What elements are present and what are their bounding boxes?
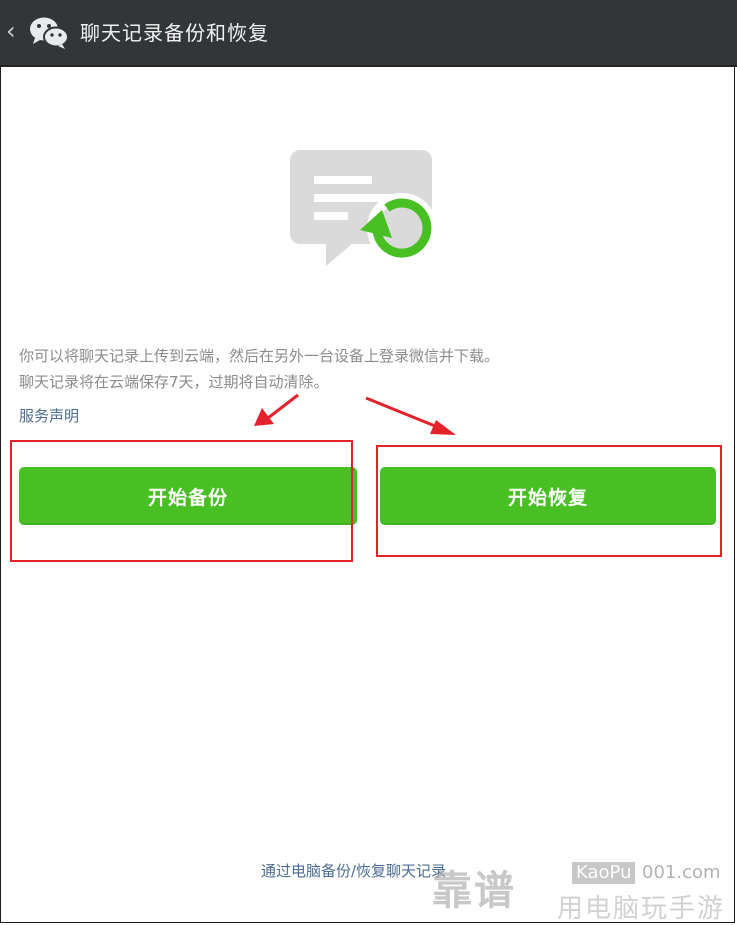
watermark: 靠谱 KaoPu 001.com 用电脑玩手游 <box>432 858 732 924</box>
title-bar: ‹ 聊天记录备份和恢复 <box>0 0 737 67</box>
highlight-box-restore <box>376 445 722 557</box>
pc-backup-restore-link[interactable]: 通过电脑备份/恢复聊天记录 <box>261 860 446 882</box>
wechat-logo-icon <box>30 17 69 49</box>
description-line-2: 聊天记录将在云端保存7天，过期将自动清除。 <box>19 373 329 391</box>
watermark-domain: 001.com <box>642 862 721 883</box>
chat-restore-icon <box>290 150 437 266</box>
description-line-1: 你可以将聊天记录上传到云端，然后在另外一台设备上登录微信并下载。 <box>19 347 500 365</box>
page-title: 聊天记录备份和恢复 <box>80 21 269 45</box>
watermark-brand: KaoPu <box>572 862 636 884</box>
highlight-box-backup <box>10 440 353 562</box>
watermark-cn: 靠谱 <box>432 868 516 914</box>
chevron-left-icon[interactable]: ‹ <box>6 16 16 46</box>
service-statement-link[interactable]: 服务声明 <box>19 405 79 427</box>
watermark-slogan: 用电脑玩手游 <box>557 894 726 924</box>
description: 你可以将聊天记录上传到云端，然后在另外一台设备上登录微信并下载。 聊天记录将在云… <box>19 343 719 395</box>
